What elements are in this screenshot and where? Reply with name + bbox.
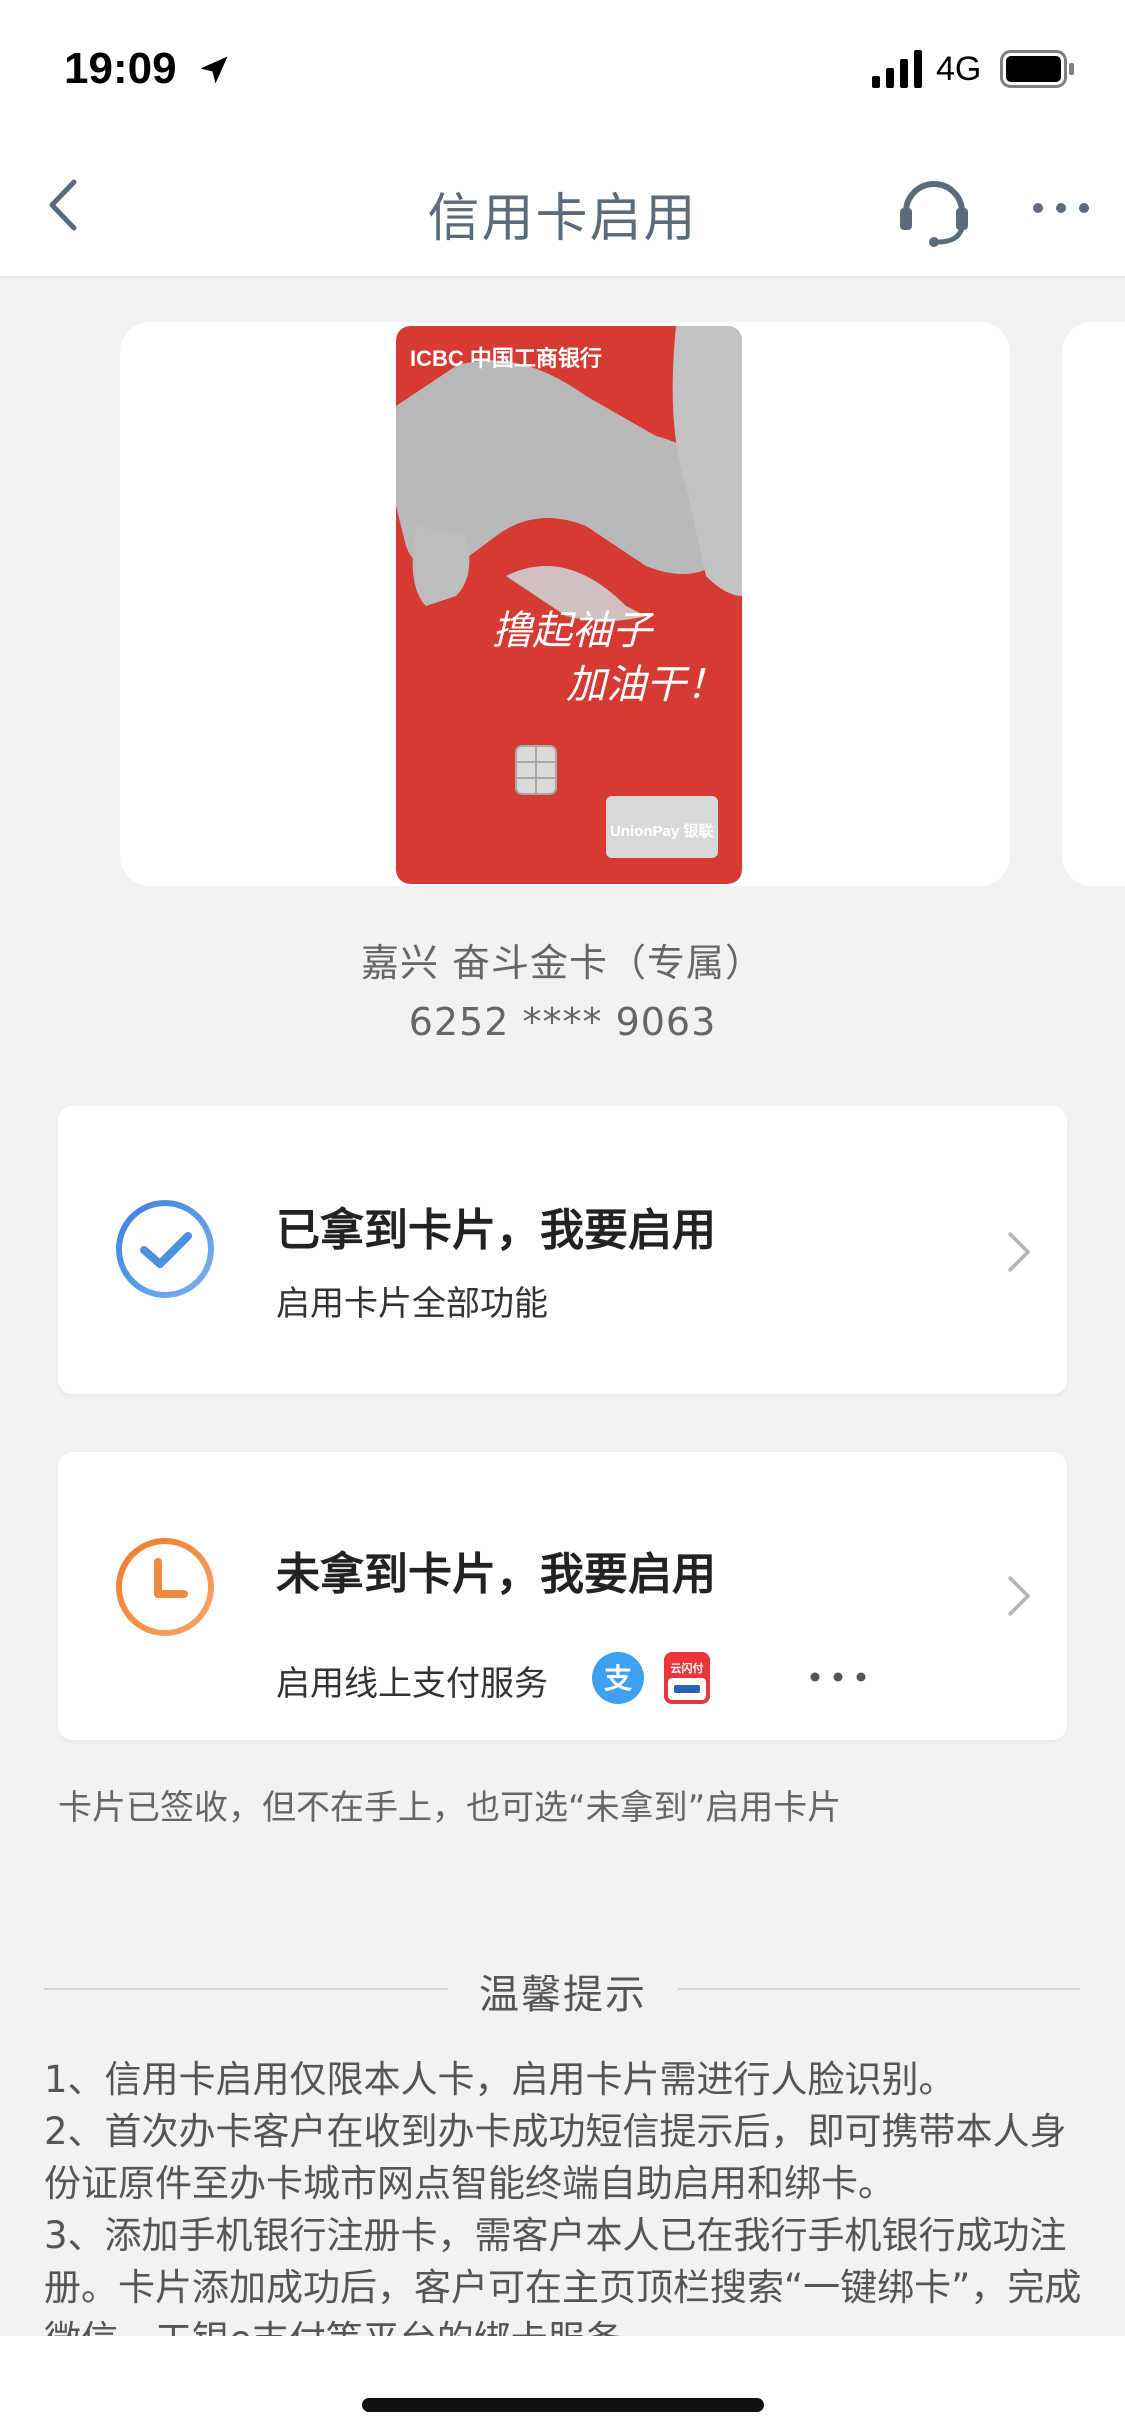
option-subtitle: 启用线上支付服务 <box>276 1664 548 1704</box>
option-card-not-received[interactable]: 未拿到卡片，我要启用 启用线上支付服务 支 云闪付 <box>58 1452 1067 1740</box>
home-indicator-area <box>0 2336 1125 2435</box>
nav-bar: 信用卡启用 <box>0 140 1125 278</box>
battery-icon <box>1000 50 1074 88</box>
option-card-received[interactable]: 已拿到卡片，我要启用 启用卡片全部功能 <box>58 1106 1067 1394</box>
alipay-icon: 支 <box>592 1652 644 1704</box>
tips-title: 温馨提示 <box>479 1972 647 2018</box>
card-slogan-line1: 撸起袖子 <box>492 608 655 654</box>
card-slogan-line2: 加油干！ <box>566 662 726 708</box>
home-indicator[interactable] <box>362 2398 764 2412</box>
customer-service-headset-icon[interactable] <box>894 170 974 250</box>
unionpay-quickpass-icon: 云闪付 <box>664 1652 710 1704</box>
location-arrow-icon <box>200 56 228 84</box>
tips-divider-right <box>678 1988 1080 1990</box>
network-type: 4G <box>936 50 982 88</box>
card-name: 嘉兴 奋斗金卡（专属） <box>360 941 765 985</box>
more-dots-icon <box>810 1672 866 1682</box>
card-bank-logo-text: ICBC 中国工商银行 <box>410 346 602 371</box>
unionpay-glyph: 云闪付 <box>671 1661 704 1675</box>
card-carousel-next-panel[interactable] <box>1062 322 1125 886</box>
tip-item: 3、添加手机银行注册卡，需客户本人已在我行手机银行成功注册。卡片添加成功后，客户… <box>44 2214 1082 2342</box>
tip-item: 1、信用卡启用仅限本人卡，启用卡片需进行人脸识别。 <box>44 2058 956 2101</box>
status-bar: 19:09 4G <box>0 0 1125 140</box>
option-title: 未拿到卡片，我要启用 <box>276 1549 716 1600</box>
alipay-glyph: 支 <box>604 1662 632 1695</box>
payment-service-icons: 支 云闪付 <box>592 1648 866 1704</box>
signal-bars-icon <box>872 50 922 88</box>
card-network-mark: UnionPay 银联 <box>610 822 714 840</box>
tips-divider-left <box>44 1988 448 1990</box>
card-number: 6252 **** 9063 <box>408 1000 717 1044</box>
more-dots-icon[interactable] <box>1030 186 1092 230</box>
credit-card-image: ICBC 中国工商银行 撸起袖子 加油干！ UnionPay 银联 <box>396 326 742 884</box>
option-title: 已拿到卡片，我要启用 <box>276 1205 716 1256</box>
check-circle-icon <box>116 1200 214 1298</box>
status-time: 19:09 <box>64 44 177 93</box>
chevron-right-icon <box>1008 1576 1030 1616</box>
hint-text: 卡片已签收，但不在手上，也可选“未拿到”启用卡片 <box>58 1788 842 1828</box>
clock-icon <box>116 1538 214 1636</box>
tip-item: 2、首次办卡客户在收到办卡成功短信提示后，即可携带本人身份证原件至办卡城市网点智… <box>44 2110 1067 2205</box>
tips-body: 1、信用卡启用仅限本人卡，启用卡片需进行人脸识别。 2、首次办卡客户在收到办卡成… <box>44 2054 1084 2342</box>
option-subtitle: 启用卡片全部功能 <box>276 1284 548 1324</box>
chevron-right-icon <box>1008 1232 1030 1272</box>
